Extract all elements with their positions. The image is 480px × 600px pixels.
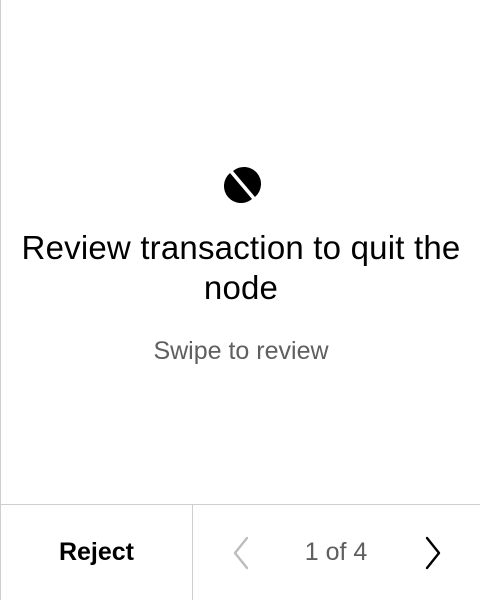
page-indicator: 1 of 4	[304, 538, 368, 566]
chevron-right-icon[interactable]	[415, 535, 447, 571]
reject-button[interactable]: Reject	[1, 505, 193, 600]
chevron-left-icon[interactable]	[227, 535, 259, 571]
ontology-logo-icon	[223, 167, 261, 204]
pager: 1 of 4	[193, 505, 480, 600]
review-content[interactable]: Review transaction to quit the node Swip…	[1, 0, 480, 504]
footer-bar: Reject 1 of 4	[1, 504, 480, 600]
review-screen: Review transaction to quit the node Swip…	[0, 0, 480, 600]
page-title: Review transaction to quit the node	[21, 229, 461, 306]
swipe-hint: Swipe to review	[153, 337, 329, 365]
